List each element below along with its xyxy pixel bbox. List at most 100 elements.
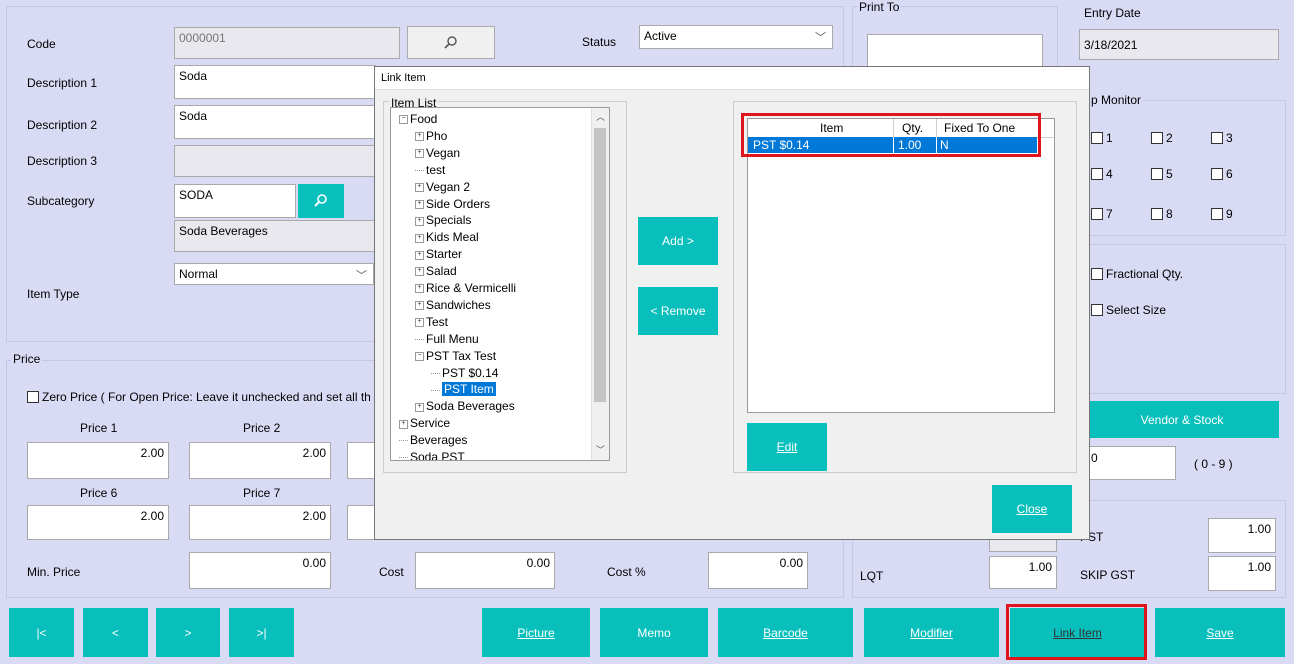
tree-node-label: Soda PST bbox=[410, 450, 465, 461]
first-record-button[interactable]: |< bbox=[9, 608, 74, 657]
expand-icon[interactable]: + bbox=[399, 419, 408, 429]
tree-node[interactable]: Soda PST bbox=[399, 449, 465, 461]
tree-node[interactable]: PST $0.14 bbox=[431, 365, 498, 382]
monitor-3-checkbox[interactable]: 3 bbox=[1211, 131, 1233, 145]
collapse-icon[interactable]: − bbox=[399, 115, 408, 125]
linked-items-grid[interactable]: Item Qty. Fixed To One PST $0.14 1.00 N bbox=[747, 118, 1055, 413]
desc2-field[interactable]: Soda bbox=[174, 105, 376, 139]
tree-node-label: Salad bbox=[426, 264, 457, 279]
entry-date-label: Entry Date bbox=[1084, 6, 1141, 20]
edit-button[interactable]: Edit bbox=[747, 423, 827, 471]
scroll-thumb[interactable] bbox=[594, 128, 606, 402]
tree-node[interactable]: + Pho bbox=[415, 128, 447, 145]
price6-field[interactable]: 2.00 bbox=[27, 505, 169, 540]
tree-scrollbar[interactable]: ︿ ﹀ bbox=[591, 108, 609, 460]
price-group-label: Price bbox=[11, 352, 43, 366]
tree-node[interactable]: + Side Orders bbox=[415, 196, 490, 213]
tree-node[interactable]: + Test bbox=[415, 314, 448, 331]
code-field[interactable]: 0000001 bbox=[174, 27, 400, 59]
expand-icon[interactable]: + bbox=[415, 267, 424, 277]
memo-button[interactable]: Memo bbox=[600, 608, 708, 657]
tree-node[interactable]: + Starter bbox=[415, 246, 462, 263]
min-price-field[interactable]: 0.00 bbox=[189, 552, 331, 589]
monitor-2-checkbox[interactable]: 2 bbox=[1151, 131, 1173, 145]
last-record-button[interactable]: >| bbox=[229, 608, 294, 657]
lqt-field[interactable]: 1.00 bbox=[989, 556, 1057, 589]
add-button[interactable]: Add > bbox=[638, 217, 718, 265]
expand-icon[interactable]: + bbox=[415, 318, 424, 328]
price2-field[interactable]: 2.00 bbox=[189, 442, 331, 479]
tree-node[interactable]: + Soda Beverages bbox=[415, 398, 515, 415]
zero-price-checkbox[interactable]: Zero Price ( For Open Price: Leave it un… bbox=[27, 390, 371, 404]
select-size-checkbox[interactable]: Select Size bbox=[1091, 303, 1166, 317]
desc1-field[interactable]: Soda bbox=[174, 65, 376, 99]
scroll-down-arrow[interactable]: ﹀ bbox=[596, 443, 605, 456]
cost-pct-field[interactable]: 0.00 bbox=[708, 552, 808, 589]
expand-icon[interactable]: + bbox=[415, 182, 424, 192]
price7-field[interactable]: 2.00 bbox=[189, 505, 331, 540]
expand-icon[interactable]: + bbox=[415, 149, 424, 159]
tree-node[interactable]: + Service bbox=[399, 415, 450, 432]
close-button[interactable]: Close bbox=[992, 485, 1072, 533]
save-button[interactable]: Save bbox=[1155, 608, 1285, 657]
tree-node[interactable]: PST Item bbox=[431, 381, 496, 398]
pst-field[interactable]: 1.00 bbox=[1208, 518, 1276, 553]
tree-node[interactable]: + Vegan bbox=[415, 145, 460, 162]
tree-node[interactable]: − PST Tax Test bbox=[415, 348, 496, 365]
subcategory-field[interactable]: SODA bbox=[174, 184, 296, 218]
price1-field[interactable]: 2.00 bbox=[27, 442, 169, 479]
expand-icon[interactable]: + bbox=[415, 250, 424, 260]
monitor-4-checkbox[interactable]: 4 bbox=[1091, 167, 1113, 181]
collapse-icon[interactable]: − bbox=[415, 351, 424, 361]
tree-node[interactable]: + Rice & Vermicelli bbox=[415, 280, 516, 297]
status-select[interactable]: Active ﹀ bbox=[639, 25, 833, 49]
tree-node[interactable]: test bbox=[415, 162, 445, 179]
expand-icon[interactable]: + bbox=[415, 199, 424, 209]
expand-icon[interactable]: + bbox=[415, 402, 424, 412]
vendor-stock-button[interactable]: Vendor & Stock bbox=[1085, 401, 1279, 438]
barcode-button[interactable]: Barcode bbox=[718, 608, 853, 657]
subcategory-search-button[interactable] bbox=[298, 184, 344, 218]
cost-field[interactable]: 0.00 bbox=[415, 552, 555, 589]
save-label: Save bbox=[1206, 625, 1234, 640]
item-type-select[interactable]: Normal ﹀ bbox=[174, 263, 374, 285]
tree-node[interactable]: + Sandwiches bbox=[415, 297, 491, 314]
monitor-5-checkbox[interactable]: 5 bbox=[1151, 167, 1173, 181]
monitor-8-checkbox[interactable]: 8 bbox=[1151, 207, 1173, 221]
cost-pct-label: Cost % bbox=[607, 565, 646, 579]
tree-node-label: Sandwiches bbox=[426, 297, 491, 312]
remove-button[interactable]: < Remove bbox=[638, 287, 718, 335]
monitor-9-checkbox[interactable]: 9 bbox=[1211, 207, 1233, 221]
fractional-qty-checkbox[interactable]: Fractional Qty. bbox=[1091, 267, 1183, 281]
lqt-label: LQT bbox=[860, 569, 884, 583]
expand-icon[interactable]: + bbox=[415, 284, 424, 294]
expand-icon[interactable]: + bbox=[415, 301, 424, 311]
subcategory-name-field: Soda Beverages bbox=[174, 220, 376, 252]
code-search-button[interactable] bbox=[407, 26, 495, 59]
tree-node-label: test bbox=[426, 162, 446, 177]
modifier-button[interactable]: Modifier bbox=[864, 608, 999, 657]
tree-node[interactable]: Full Menu bbox=[415, 331, 479, 348]
monitor-1-checkbox[interactable]: 1 bbox=[1091, 131, 1113, 145]
tree-node[interactable]: + Kids Meal bbox=[415, 229, 479, 246]
tree-node[interactable]: + Vegan 2 bbox=[415, 179, 470, 196]
item-tree[interactable]: Soda PST Beverages + Service + Soda Beverages… bbox=[390, 107, 610, 461]
next-record-button[interactable]: > bbox=[156, 608, 220, 657]
expand-icon[interactable]: + bbox=[415, 233, 424, 243]
desc3-field[interactable] bbox=[174, 145, 376, 177]
tree-node[interactable]: − Food bbox=[399, 111, 437, 128]
price7-label: Price 7 bbox=[243, 486, 281, 500]
tree-node[interactable]: Beverages bbox=[399, 432, 467, 449]
tree-node[interactable]: + Salad bbox=[415, 263, 457, 280]
expand-icon[interactable]: + bbox=[415, 132, 424, 142]
tree-node[interactable]: + Specials bbox=[415, 212, 471, 229]
tree-node-label: Rice & Vermicelli bbox=[426, 281, 517, 295]
monitor-7-checkbox[interactable]: 7 bbox=[1091, 207, 1113, 221]
scroll-up-arrow[interactable]: ︿ bbox=[596, 110, 605, 123]
prev-record-button[interactable]: < bbox=[83, 608, 148, 657]
range-field[interactable]: 0 bbox=[1086, 446, 1176, 480]
picture-button[interactable]: Picture bbox=[482, 608, 590, 657]
skip-gst-field[interactable]: 1.00 bbox=[1208, 556, 1276, 591]
monitor-6-checkbox[interactable]: 6 bbox=[1211, 167, 1233, 181]
expand-icon[interactable]: + bbox=[415, 216, 424, 226]
